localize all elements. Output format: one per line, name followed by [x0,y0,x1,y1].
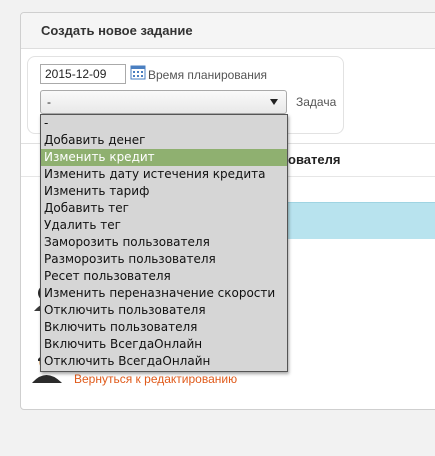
dropdown-option[interactable]: Добавить тег [41,200,287,217]
column-header-user: ователя [288,152,341,167]
task-dropdown-list[interactable]: - Добавить денег Изменить кредит Изменит… [40,114,288,372]
dropdown-option[interactable]: Отключить пользователя [41,302,287,319]
dropdown-option[interactable]: Изменить дату истечения кредита [41,166,287,183]
info-row [285,202,435,239]
date-input[interactable]: 2015-12-09 [40,64,126,84]
planning-time-label: Время планирования [148,68,268,82]
dropdown-option[interactable]: - [41,115,287,132]
dropdown-option[interactable]: Добавить денег [41,132,287,149]
dropdown-option-selected[interactable]: Изменить кредит [41,149,287,166]
dropdown-option[interactable]: Изменить тариф [41,183,287,200]
dropdown-option[interactable]: Разморозить пользователя [41,251,287,268]
task-select-value: - [47,95,51,109]
task-select[interactable]: - [40,90,287,114]
panel-header: Создать новое задание [21,13,435,49]
dropdown-option[interactable]: Отключить ВсегдаОнлайн [41,353,287,370]
calendar-icon[interactable] [130,64,146,80]
chevron-down-icon [270,99,278,105]
dropdown-option[interactable]: Включить ВсегдаОнлайн [41,336,287,353]
task-label: Задача [296,95,337,109]
back-to-edit-link[interactable]: Вернуться к редактированию [74,372,237,386]
panel-title: Создать новое задание [41,23,193,38]
dropdown-option[interactable]: Ресет пользователя [41,268,287,285]
dropdown-option[interactable]: Изменить переназначение скорости [41,285,287,302]
dropdown-option[interactable]: Удалить тег [41,217,287,234]
dropdown-option[interactable]: Включить пользователя [41,319,287,336]
dropdown-option[interactable]: Заморозить пользователя [41,234,287,251]
